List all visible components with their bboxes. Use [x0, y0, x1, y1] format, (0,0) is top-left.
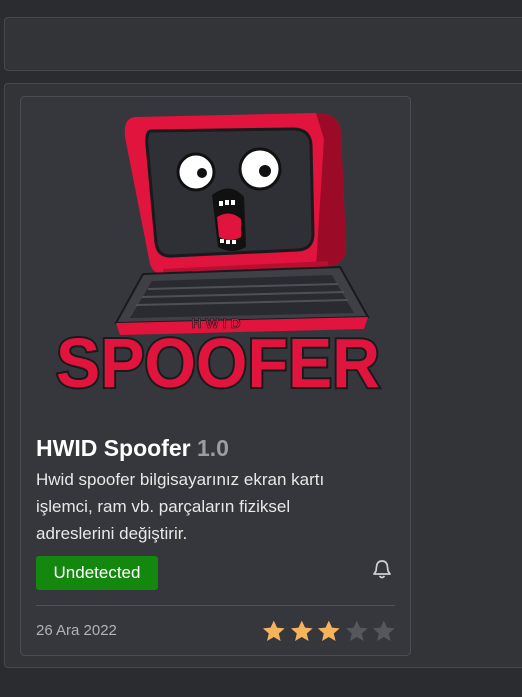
product-description: Hwid spoofer bilgisayarınız ekran kartı …: [36, 470, 325, 543]
product-title[interactable]: HWID Spoofer 1.0: [36, 435, 229, 462]
product-card[interactable]: HWID SPOOFER HWID Spoofer 1.0 Hwid spoof…: [20, 96, 411, 656]
status-badge: Undetected: [36, 556, 158, 590]
star-filled-icon[interactable]: [288, 619, 316, 643]
star-empty-icon[interactable]: [370, 619, 398, 643]
divider: [36, 605, 395, 606]
hwid-spoofer-logo: HWID SPOOFER: [54, 113, 382, 404]
star-filled-icon[interactable]: [315, 619, 343, 643]
product-version: 1.0: [197, 435, 229, 461]
release-date: 26 Ara 2022: [36, 622, 117, 639]
product-name[interactable]: HWID Spoofer: [36, 435, 191, 461]
star-filled-icon[interactable]: [260, 619, 288, 643]
star-rating[interactable]: [260, 619, 398, 643]
logo-wordmark: SPOOFER: [56, 324, 380, 402]
bell-icon[interactable]: [373, 559, 391, 579]
star-empty-icon[interactable]: [343, 619, 371, 643]
top-bar: [4, 17, 522, 71]
